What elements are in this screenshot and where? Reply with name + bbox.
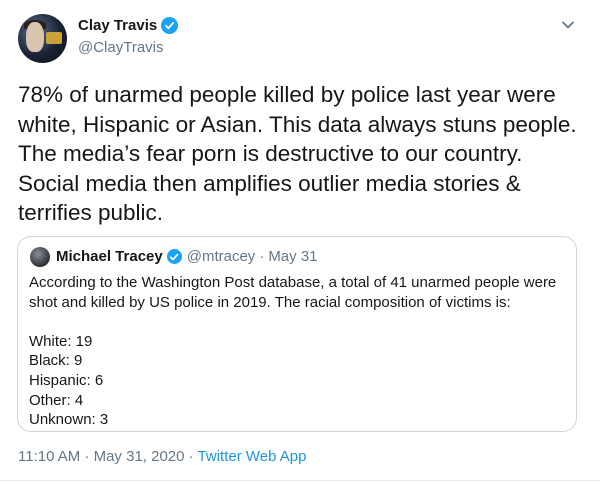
divider: [0, 480, 600, 481]
quoted-text-line: shot and killed by US police in 2019. Th…: [29, 293, 511, 311]
tweet-text-line: terrifies public.: [18, 200, 164, 225]
quoted-tweet[interactable]: Michael Tracey @mtracey · May 31 Accordi…: [17, 236, 577, 432]
tweet-text-line: Social media then amplifies outlier medi…: [18, 170, 521, 196]
quoted-separator: ·: [259, 248, 265, 265]
quoted-author-name: Michael Tracey: [56, 248, 163, 265]
quoted-tweet-header: Michael Tracey @mtracey · May 31: [56, 248, 318, 265]
tweet-text-line: white, Hispanic or Asian. This data alwa…: [18, 111, 577, 137]
author-avatar[interactable]: [18, 14, 67, 63]
verified-badge-icon: [166, 249, 182, 264]
quoted-author-avatar: [30, 247, 50, 267]
source-app-link[interactable]: Twitter Web App: [198, 448, 307, 465]
tweet-footer: 11:10 AM · May 31, 2020 · Twitter Web Ap…: [18, 448, 307, 465]
tweet-text: 78% of unarmed people killed by police l…: [18, 80, 588, 228]
stat-line: White: 19: [29, 332, 93, 350]
quoted-date: May 31: [268, 248, 318, 265]
stat-line: Black: 9: [29, 352, 83, 370]
stat-line: Hispanic: 6: [29, 371, 104, 389]
author-handle[interactable]: @ClayTravis: [78, 39, 164, 56]
verified-badge-icon: [161, 17, 179, 34]
tweet-text-line: 78% of unarmed people killed by police l…: [18, 82, 556, 107]
author-name[interactable]: Clay Travis: [78, 17, 157, 34]
chevron-down-icon[interactable]: [561, 18, 575, 32]
stat-line: Unknown: 3: [29, 411, 109, 429]
quoted-text-line: According to the Washington Post databas…: [29, 274, 557, 291]
tweet-text-line: The media’s fear porn is destructive to …: [18, 141, 523, 166]
tweet-card: Clay Travis @ClayTravis 78% of unarmed p…: [0, 0, 600, 486]
avatar-face: [26, 22, 44, 52]
tweet-timestamp[interactable]: 11:10 AM · May 31, 2020 ·: [18, 448, 198, 465]
quoted-author-handle: @mtracey: [186, 248, 256, 265]
quoted-tweet-text: According to the Washington Post databas…: [29, 273, 569, 430]
stat-line: Other: 4: [29, 391, 84, 409]
author-name-row: Clay Travis: [78, 17, 179, 34]
avatar-logo: [46, 32, 62, 44]
